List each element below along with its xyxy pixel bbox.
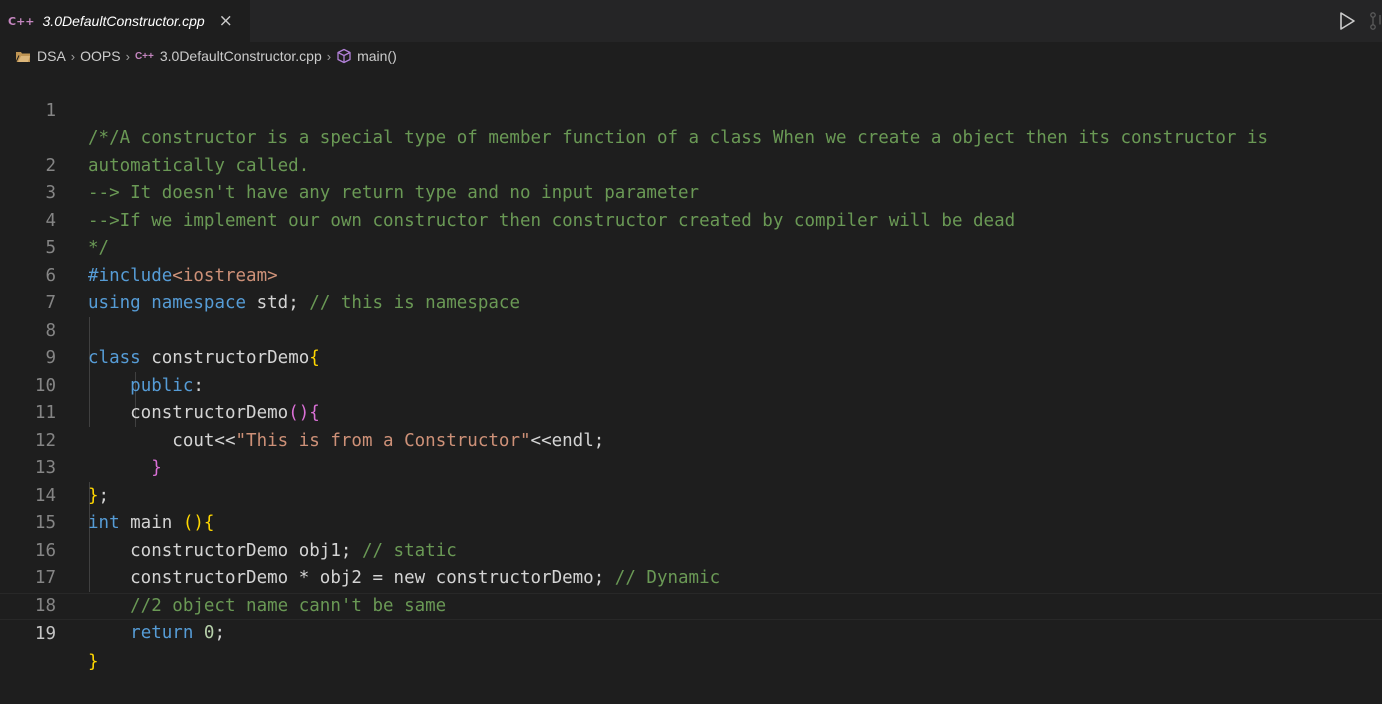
cpp-file-icon: C++ <box>8 14 35 28</box>
breadcrumb-item-symbol[interactable]: main() <box>336 48 397 64</box>
breadcrumb-item-dsa[interactable]: DSA <box>37 48 66 64</box>
code-line: 14 int main (){ <box>0 455 1382 534</box>
close-icon[interactable]: × <box>219 11 233 31</box>
code-line: 7 <box>0 263 1382 313</box>
line-number: 19 <box>34 624 56 644</box>
code-line-current: 19 } <box>0 592 1382 672</box>
breadcrumb-item-oops[interactable]: OOPS <box>80 48 120 64</box>
breadcrumb-separator: › <box>326 48 332 64</box>
code-text: return 0; <box>130 623 226 643</box>
code-line: 6 using namespace std; // this is namesp… <box>0 235 1382 314</box>
code-line: 1 /*/A constructor is a special type of … <box>0 70 1382 149</box>
cpp-file-icon: C++ <box>134 50 154 62</box>
code-text: } <box>88 651 99 672</box>
split-editor-icon[interactable] <box>1368 10 1382 32</box>
breadcrumb-separator: › <box>125 48 130 64</box>
code-line: 5 #include<iostream> <box>0 208 1382 286</box>
tab-title: 3.0DefaultConstructor.cpp <box>42 13 205 29</box>
code-editor[interactable]: 1 /*/A constructor is a special type of … <box>0 70 1382 672</box>
code-line: 11 cout<<"This is from a Constructor"<<e… <box>0 373 1382 451</box>
breadcrumb: DSA › OOPS › C++ 3.0DefaultConstructor.c… <box>0 42 1382 70</box>
code-line: 2 --> It doesn't have any return type an… <box>0 125 1382 204</box>
code-line: 16 constructorDemo * obj2 = new construc… <box>0 510 1382 589</box>
tab-active-file[interactable]: C++ 3.0DefaultConstructor.cpp × <box>0 0 250 42</box>
folder-icon <box>15 51 30 62</box>
code-line: 18 return 0; <box>0 565 1382 644</box>
method-cube-icon <box>337 48 351 64</box>
breadcrumb-item-file[interactable]: C++ 3.0DefaultConstructor.cpp <box>135 48 322 64</box>
code-line: 4 */ <box>0 180 1382 259</box>
code-line: 3 -->If we implement our own constructor… <box>0 153 1382 231</box>
breadcrumb-symbol-label: main() <box>357 48 397 64</box>
code-line: 13 }; <box>0 428 1382 506</box>
breadcrumb-file-label: 3.0DefaultConstructor.cpp <box>159 48 322 64</box>
code-line: 15 constructorDemo obj1; // static <box>0 483 1382 561</box>
code-line: automatically called. <box>0 98 1382 176</box>
breadcrumb-separator: › <box>70 48 76 64</box>
code-line: 17 //2 object name cann't be same <box>0 538 1382 616</box>
tab-bar: C++ 3.0DefaultConstructor.cpp × <box>0 0 1382 42</box>
code-line: 12 } <box>0 400 1382 479</box>
code-line: 8 class constructorDemo{ <box>0 290 1382 369</box>
code-line: 9 public: <box>0 318 1382 396</box>
code-line: 10 constructorDemo(){ <box>0 345 1382 424</box>
run-icon[interactable] <box>1336 10 1358 32</box>
